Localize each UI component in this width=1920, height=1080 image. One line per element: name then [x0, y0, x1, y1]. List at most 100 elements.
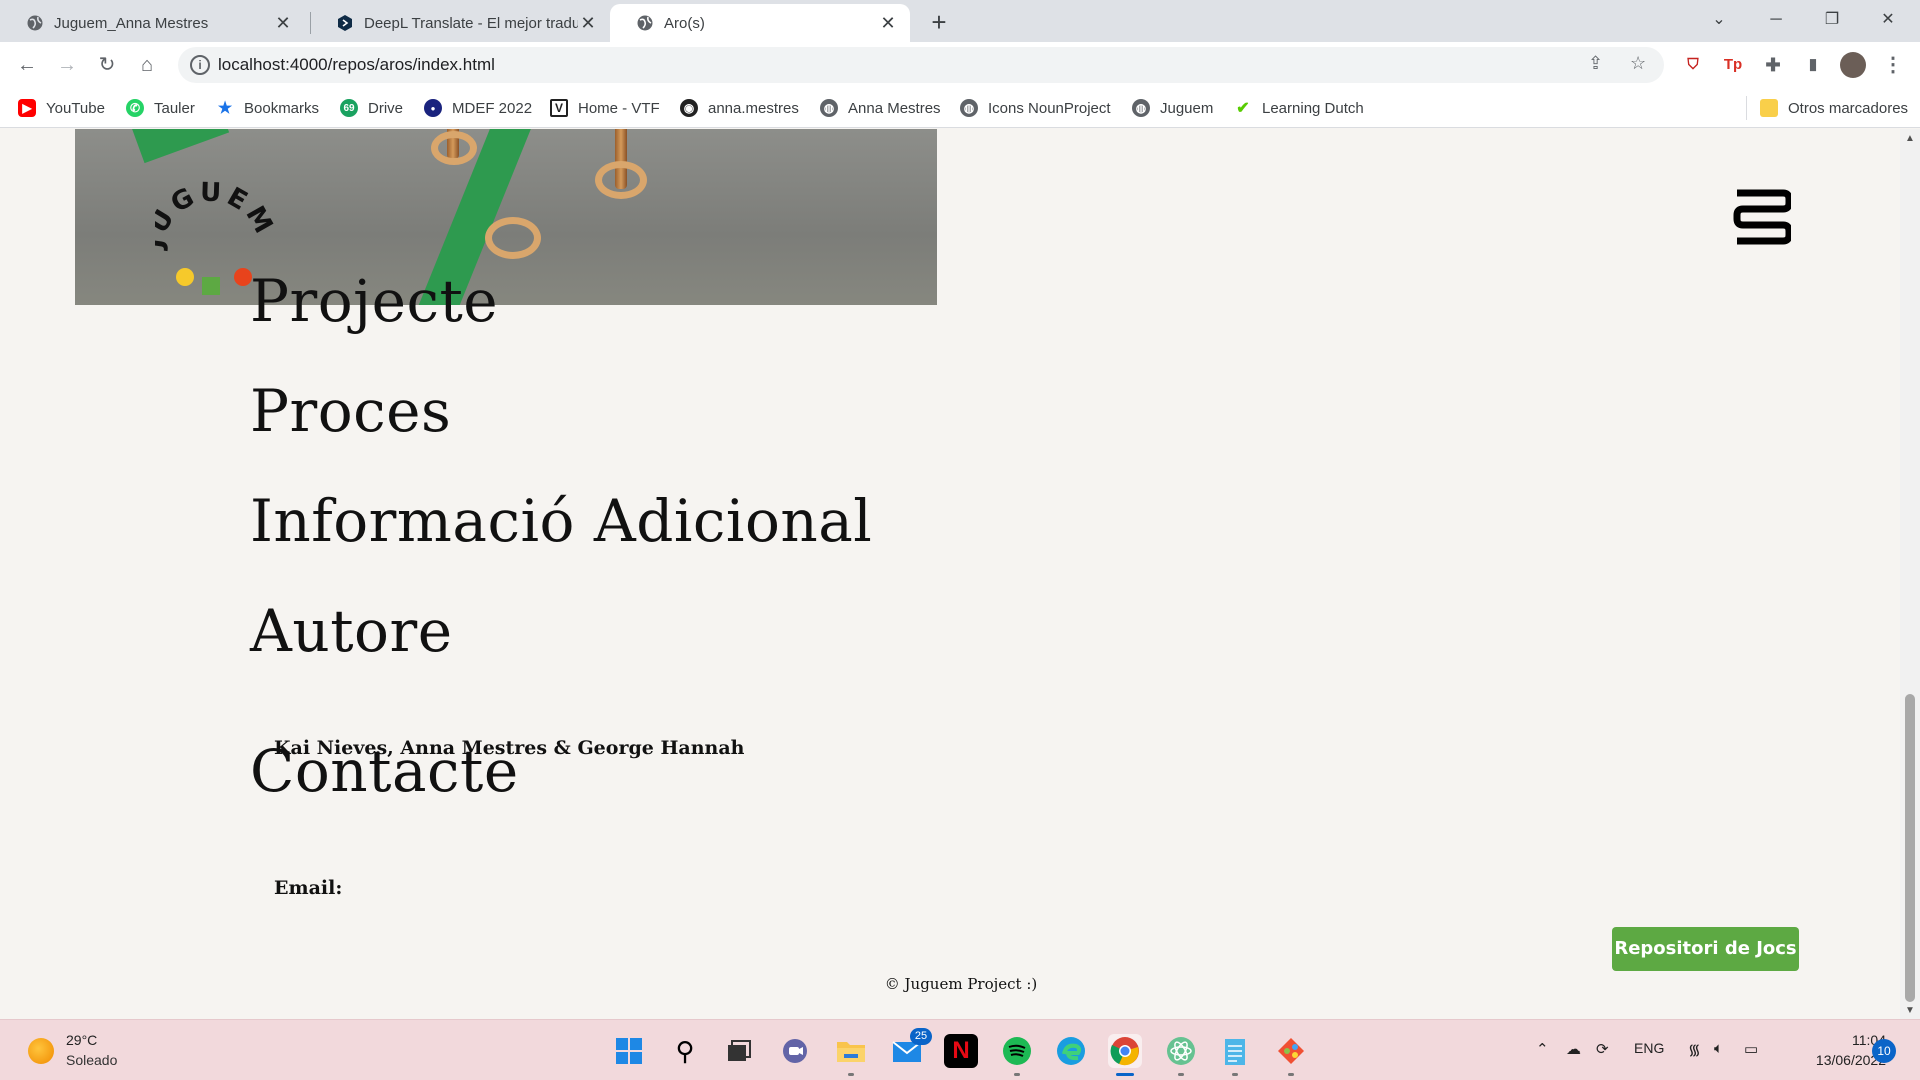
wifi-icon[interactable]: ᯾	[1688, 1040, 1701, 1060]
url-text[interactable]: localhost:4000/repos/aros/index.html	[218, 55, 495, 75]
home-icon[interactable]: ⌂	[132, 50, 162, 80]
page-scrollbar[interactable]: ▲ ▼	[1900, 129, 1920, 1019]
notification-count[interactable]: 10	[1872, 1039, 1896, 1063]
minimize-icon[interactable]: ─	[1754, 0, 1798, 40]
volume-icon[interactable]: 🔈︎	[1714, 1040, 1723, 1057]
globe-icon: ◍	[1132, 99, 1150, 117]
running-indicator	[1178, 1073, 1184, 1076]
repository-button[interactable]: Repositori de Jocs	[1612, 927, 1799, 971]
language-indicator[interactable]: ENG	[1634, 1040, 1664, 1056]
youtube-icon: ▶	[18, 99, 36, 117]
scroll-up-icon[interactable]: ▲	[1900, 133, 1920, 144]
mdef-icon: ●	[424, 99, 442, 117]
forward-icon[interactable]: →	[52, 50, 82, 80]
netflix-icon[interactable]: N	[944, 1034, 978, 1068]
section-title-proces: Proces	[250, 377, 452, 445]
scroll-down-icon[interactable]: ▼	[1900, 1005, 1920, 1016]
running-indicator	[1288, 1073, 1294, 1076]
spotify-icon[interactable]	[1000, 1034, 1034, 1068]
clock-date[interactable]: 13/06/2022	[1782, 1052, 1886, 1068]
task-view-icon[interactable]	[722, 1034, 756, 1068]
bookmark-mdef[interactable]: ● MDEF 2022	[424, 96, 532, 120]
reload-icon[interactable]: ↻	[92, 50, 122, 80]
atom-icon[interactable]	[1164, 1034, 1198, 1068]
globe-icon	[636, 14, 654, 32]
folder-icon	[1760, 99, 1778, 117]
git-client-icon[interactable]	[1274, 1034, 1308, 1068]
extension-shield-icon[interactable]: ⛉	[1680, 52, 1706, 78]
extension-tp-icon[interactable]: Tp	[1720, 52, 1746, 78]
new-tab-button[interactable]: +	[924, 8, 954, 38]
share-icon[interactable]: ⇪	[1588, 53, 1603, 74]
weather-sun-icon[interactable]	[28, 1038, 54, 1064]
bookmark-anna-mestres[interactable]: ◍ Anna Mestres	[820, 96, 941, 120]
windows-taskbar: 29°C Soleado ⚲ 25 N ⌃ ☁ ⟳ ENG ᯾ 🔈︎ ▭ 11:…	[0, 1019, 1920, 1080]
bookmark-tauler[interactable]: ✆ Tauler	[126, 96, 195, 120]
back-icon[interactable]: ←	[12, 50, 42, 80]
close-tab-icon[interactable]: ✕	[273, 13, 293, 34]
profile-avatar[interactable]	[1840, 52, 1866, 78]
running-indicator	[1232, 1073, 1238, 1076]
bookmark-label: YouTube	[46, 99, 105, 117]
menu-logo-icon[interactable]	[1733, 185, 1791, 247]
weather-temperature[interactable]: 29°C	[66, 1032, 97, 1048]
wooden-ring	[431, 131, 477, 165]
tab-deepl[interactable]: DeepL Translate - El mejor traduc ✕	[310, 4, 610, 42]
weather-condition[interactable]: Soleado	[66, 1052, 117, 1068]
battery-icon[interactable]: ▭	[1744, 1040, 1758, 1058]
chrome-icon[interactable]	[1108, 1034, 1142, 1068]
bookmark-vtf[interactable]: V Home - VTF	[550, 96, 660, 120]
site-info-icon[interactable]: i	[190, 55, 210, 75]
notepad-icon[interactable]	[1218, 1034, 1252, 1068]
tab-title: Juguem_Anna Mestres	[54, 14, 209, 32]
duolingo-icon: ✔	[1236, 100, 1250, 117]
mail-icon[interactable]: 25	[890, 1028, 932, 1068]
running-indicator	[848, 1073, 854, 1076]
running-indicator	[1014, 1073, 1020, 1076]
bookmark-label: Tauler	[154, 99, 195, 117]
bookmark-label: Home - VTF	[578, 99, 660, 117]
bookmark-learning-dutch[interactable]: ✔ Learning Dutch	[1234, 96, 1363, 120]
bookmark-nounproject[interactable]: ◍ Icons NounProject	[960, 96, 1111, 120]
sync-icon[interactable]: ⟳	[1596, 1040, 1609, 1058]
close-window-icon[interactable]: ✕	[1866, 0, 1910, 40]
extensions-puzzle-icon[interactable]: ✚	[1760, 52, 1786, 78]
bookmark-label: Bookmarks	[244, 99, 320, 117]
drive-icon: 69	[340, 99, 358, 117]
bookmark-bookmarks[interactable]: ★ Bookmarks	[216, 96, 319, 120]
close-tab-icon[interactable]: ✕	[578, 13, 598, 34]
tab-search-icon[interactable]: ⌄	[1697, 0, 1741, 40]
menu-kebab-icon[interactable]: ⋮	[1880, 52, 1906, 78]
vtf-icon: V	[550, 99, 568, 117]
wooden-ring	[485, 217, 541, 259]
address-bar[interactable]: i localhost:4000/repos/aros/index.html ⇪…	[178, 47, 1664, 83]
other-bookmarks[interactable]: Otros marcadores	[1760, 96, 1908, 120]
edge-icon[interactable]	[1054, 1034, 1088, 1068]
tab-aros[interactable]: Aro(s) ✕	[610, 4, 910, 42]
tab-title: Aro(s)	[664, 14, 705, 32]
scroll-thumb[interactable]	[1905, 694, 1915, 1002]
tab-juguem[interactable]: Juguem_Anna Mestres ✕	[0, 4, 305, 42]
bookmark-label: anna.mestres	[708, 99, 799, 117]
bookmark-divider	[1746, 96, 1747, 120]
bookmark-juguem[interactable]: ◍ Juguem	[1132, 96, 1213, 120]
bookmark-youtube[interactable]: ▶ YouTube	[18, 96, 105, 120]
bookmark-star-icon[interactable]: ☆	[1630, 53, 1646, 74]
section-title-contacte: Contacte	[250, 737, 519, 805]
page-viewport: JUGUEM Projecte Proces Informació Adicio…	[0, 129, 1900, 1019]
restore-icon[interactable]: ❐	[1810, 0, 1854, 40]
search-icon[interactable]: ⚲	[668, 1034, 702, 1068]
hero-image: JUGUEM	[75, 129, 937, 305]
onedrive-icon[interactable]: ☁	[1566, 1040, 1581, 1058]
windows-start-icon[interactable]	[612, 1034, 646, 1068]
teams-chat-icon[interactable]	[778, 1034, 812, 1068]
tab-title: DeepL Translate - El mejor traduc	[364, 14, 578, 32]
chevron-up-icon[interactable]: ⌃	[1536, 1040, 1549, 1058]
globe-icon: ◍	[820, 99, 838, 117]
close-tab-icon[interactable]: ✕	[878, 13, 898, 34]
section-title-autore: Autore	[250, 597, 453, 665]
bookmark-drive[interactable]: 69 Drive	[340, 96, 403, 120]
bookmark-github[interactable]: ◉ anna.mestres	[680, 96, 799, 120]
side-panel-icon[interactable]: ▮	[1800, 52, 1826, 78]
file-explorer-icon[interactable]	[834, 1034, 868, 1068]
